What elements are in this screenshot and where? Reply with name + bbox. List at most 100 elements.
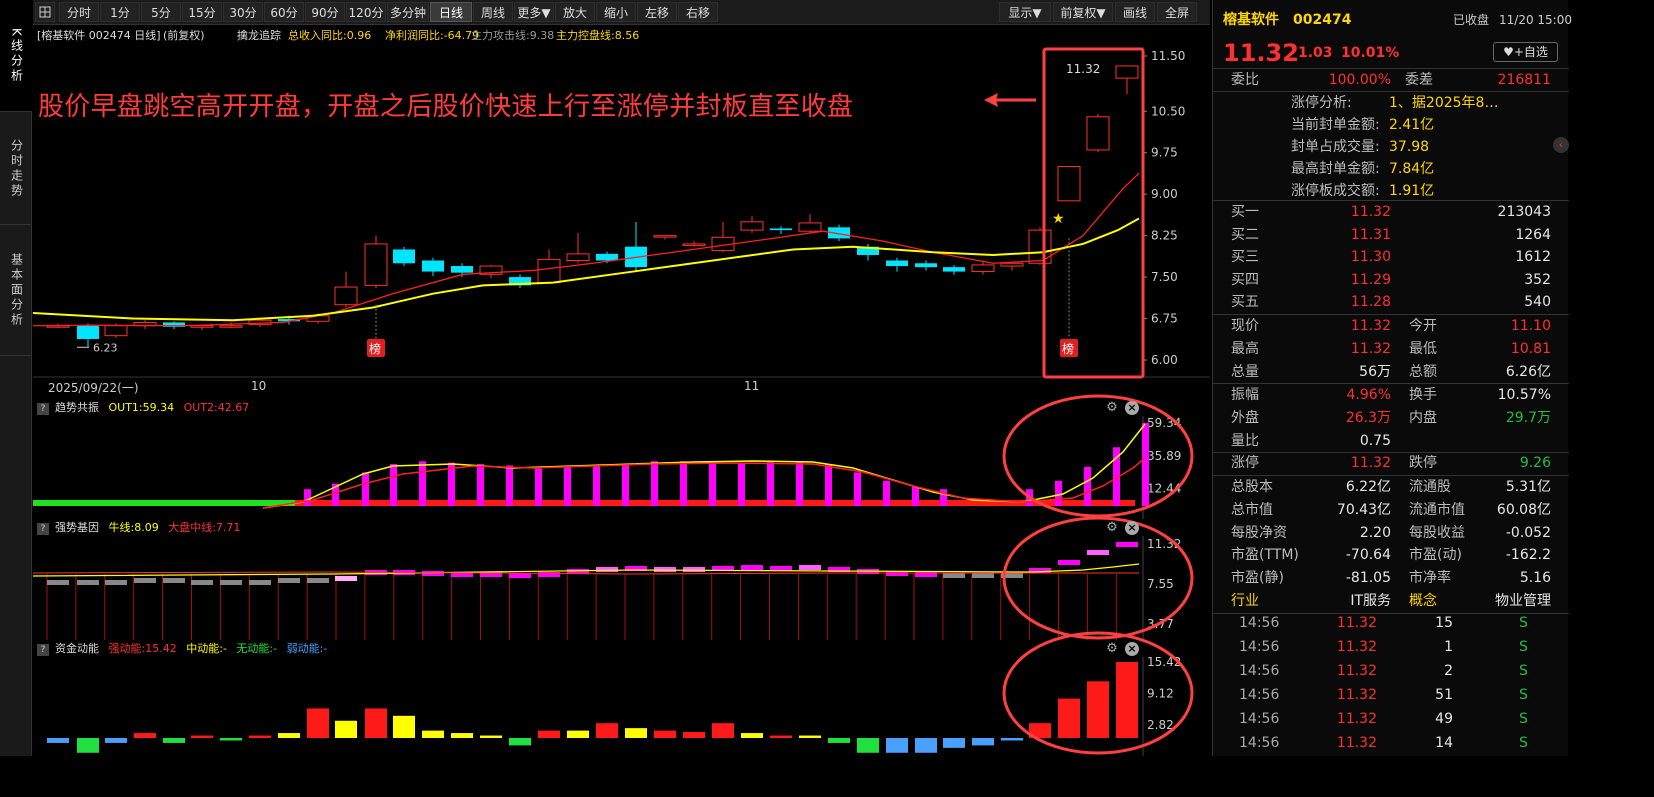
fund-bar[interactable] — [943, 738, 965, 748]
candle[interactable] — [334, 271, 358, 308]
adjust-mode[interactable]: (前复权) — [163, 26, 205, 46]
trend-bar[interactable] — [535, 468, 542, 506]
trend-bar[interactable] — [912, 486, 919, 506]
gene-box[interactable] — [943, 573, 965, 578]
fund-bar[interactable] — [1087, 681, 1109, 738]
gene-box[interactable] — [683, 567, 705, 572]
fund-bar[interactable] — [799, 735, 821, 738]
period-button[interactable]: 右移 — [678, 2, 718, 22]
fund-bar[interactable] — [77, 738, 99, 753]
toolbar-right-button[interactable]: 前复权▼ — [1053, 2, 1113, 22]
industry-label[interactable]: 行业 — [1231, 590, 1259, 613]
period-button[interactable]: 15分 — [182, 2, 222, 22]
gene-box[interactable] — [972, 573, 994, 578]
trend-bar[interactable] — [680, 461, 687, 506]
candle[interactable] — [479, 264, 503, 279]
candle[interactable] — [770, 226, 792, 234]
trend-bar[interactable] — [506, 465, 513, 506]
trend-bar[interactable] — [709, 462, 716, 506]
tab-fundamental[interactable]: 基本面分析 — [0, 226, 32, 356]
candle[interactable] — [682, 241, 706, 247]
fund-bar[interactable] — [278, 733, 300, 738]
trend-bar[interactable] — [883, 480, 890, 506]
help-icon[interactable]: ? — [37, 523, 49, 535]
trend-bar[interactable] — [622, 465, 629, 506]
fund-name[interactable]: 资金动能 — [55, 642, 99, 655]
candle[interactable] — [393, 246, 415, 267]
candle[interactable] — [537, 249, 561, 284]
gene-box[interactable] — [134, 578, 156, 583]
candle[interactable] — [711, 221, 735, 253]
fund-bar[interactable] — [307, 708, 329, 738]
tab-kline[interactable]: K线分析 — [0, 0, 32, 112]
collapse-arrow-icon[interactable]: ‹ — [1553, 137, 1569, 153]
fund-bar[interactable] — [451, 733, 473, 738]
trend-bar[interactable] — [1084, 466, 1091, 506]
trend-indicator-chart[interactable]: 59.34 35.89 12.44 — [33, 416, 1210, 519]
gene-box[interactable] — [307, 578, 329, 583]
close-icon[interactable]: × — [1125, 521, 1139, 535]
gear-icon[interactable]: ⚙ — [1105, 521, 1119, 535]
gene-box[interactable] — [47, 580, 69, 585]
fund-bar[interactable] — [163, 738, 185, 743]
concept-label[interactable]: 概念 — [1409, 590, 1437, 613]
gene-indicator-chart[interactable]: 11.32 7.55 3.77 — [33, 536, 1210, 640]
fund-bar[interactable] — [857, 738, 879, 753]
gear-icon[interactable]: ⚙ — [1105, 642, 1119, 656]
candle[interactable] — [133, 320, 157, 330]
fund-bar[interactable] — [770, 735, 792, 738]
trend-bar[interactable] — [651, 461, 658, 506]
fund-bar[interactable] — [972, 738, 994, 746]
gene-box[interactable] — [249, 580, 271, 585]
gene-box[interactable] — [220, 580, 242, 585]
fund-bar[interactable] — [886, 738, 908, 753]
trend-bar[interactable] — [738, 462, 745, 506]
period-button[interactable]: 1分 — [100, 2, 140, 22]
trend-bar[interactable] — [304, 489, 311, 506]
gene-box[interactable] — [799, 565, 821, 570]
fund-bar[interactable] — [509, 738, 531, 746]
fund-bar[interactable] — [191, 735, 213, 738]
candle[interactable] — [915, 260, 937, 271]
fund-bar[interactable] — [1116, 662, 1138, 738]
fund-bar[interactable] — [654, 730, 676, 738]
fund-bar[interactable] — [828, 738, 850, 743]
fund-bar[interactable] — [335, 720, 357, 738]
trend-name[interactable]: 趋势共振 — [55, 401, 99, 414]
trend-bar[interactable] — [390, 464, 397, 506]
fund-bar[interactable] — [625, 728, 647, 738]
tab-timeshare[interactable]: 分时走势 — [0, 113, 32, 225]
toolbar-right-button[interactable]: 画线 — [1115, 2, 1155, 22]
gene-box[interactable] — [741, 565, 763, 570]
fund-bar[interactable] — [393, 715, 415, 738]
bang-badge[interactable]: 榜 — [1060, 238, 1078, 357]
trend-bar[interactable] — [419, 461, 426, 506]
fund-bar[interactable] — [683, 732, 705, 738]
trend-bar[interactable] — [854, 472, 861, 506]
fund-bar[interactable] — [422, 730, 444, 738]
gene-box[interactable] — [335, 576, 357, 581]
trend-bar[interactable] — [796, 462, 803, 506]
concept-value[interactable]: 物业管理 — [1469, 590, 1551, 613]
period-button[interactable]: 5分 — [141, 2, 181, 22]
period-button[interactable]: 左移 — [637, 2, 677, 22]
candle[interactable] — [1115, 65, 1139, 95]
period-button[interactable]: 缩小 — [596, 2, 636, 22]
candle[interactable] — [364, 235, 388, 289]
fund-bar[interactable] — [249, 735, 271, 738]
period-button[interactable]: 放大 — [555, 2, 595, 22]
help-icon[interactable]: ? — [37, 403, 49, 415]
trend-bar[interactable] — [825, 464, 832, 506]
candle[interactable] — [1028, 227, 1052, 265]
candle[interactable] — [1086, 114, 1110, 153]
fund-bar[interactable] — [712, 723, 734, 738]
trend-bar[interactable] — [362, 472, 369, 506]
trend-bar[interactable] — [1026, 489, 1033, 506]
gene-box[interactable] — [278, 578, 300, 583]
fund-bar[interactable] — [1058, 698, 1080, 738]
candle[interactable] — [740, 216, 764, 233]
gene-box[interactable] — [105, 580, 127, 585]
gene-box[interactable] — [1087, 550, 1109, 555]
period-button[interactable]: 多分钟 — [387, 2, 429, 22]
fund-bar[interactable] — [480, 735, 502, 738]
